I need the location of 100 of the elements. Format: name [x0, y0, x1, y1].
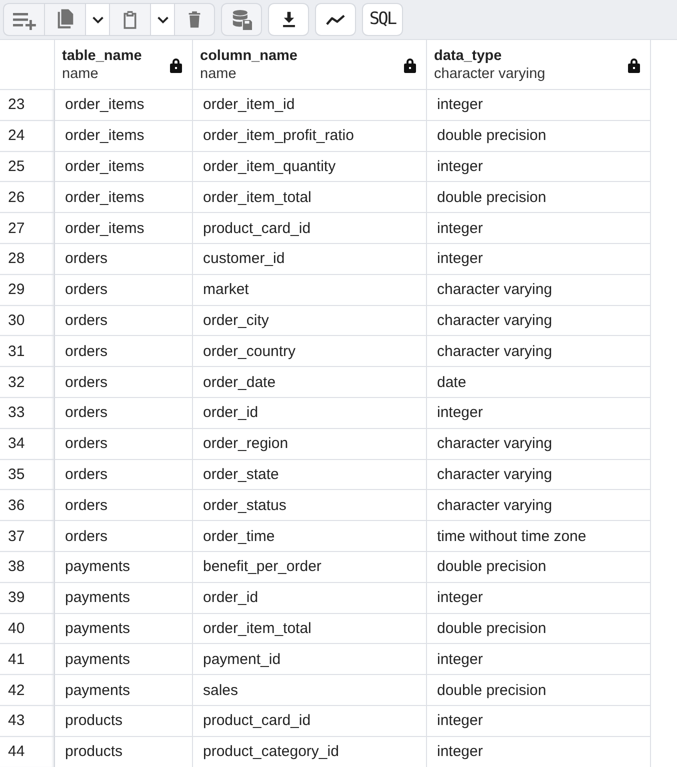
table-cell: order_state — [203, 466, 279, 483]
table-cell: product_card_id — [203, 220, 311, 237]
table-cell: integer — [437, 650, 483, 668]
table-cell: payments — [65, 589, 130, 606]
row-number: 32 — [8, 374, 25, 391]
table-cell: orders — [65, 528, 108, 545]
row-number: 37 — [8, 528, 25, 545]
column-name: column_name — [200, 48, 298, 64]
row-number: 25 — [8, 158, 25, 175]
column-type: character varying — [434, 66, 546, 82]
table-cell: order_items — [65, 127, 144, 144]
table-cell: date — [437, 374, 466, 391]
row-number: 38 — [8, 558, 25, 576]
table-cell: order_status — [203, 496, 286, 514]
table-cell: double precision — [437, 188, 546, 206]
table-cell: orders — [65, 281, 108, 298]
table-cell: double precision — [437, 682, 546, 699]
column-name: data_type — [434, 48, 502, 64]
table-cell: orders — [65, 435, 108, 452]
line-chart-icon — [325, 14, 346, 26]
download-icon — [282, 11, 296, 28]
table-cell: products — [65, 743, 123, 760]
row-number: 30 — [8, 312, 25, 329]
row-number: 28 — [8, 250, 25, 268]
table-cell: orders — [65, 404, 108, 422]
table-cell: orders — [65, 312, 108, 329]
table-cell: character varying — [437, 435, 552, 452]
row-number: 39 — [8, 589, 25, 606]
table-cell: sales — [203, 682, 238, 699]
table-cell: order_items — [65, 188, 144, 206]
table-cell: double precision — [437, 620, 546, 637]
table-cell: integer — [437, 158, 483, 175]
table-cell: orders — [65, 250, 108, 268]
table-cell: market — [203, 281, 249, 298]
table-cell: integer — [437, 712, 483, 730]
table-cell: double precision — [437, 558, 546, 576]
clipboard-icon — [122, 10, 138, 30]
table-cell: order_item_profit_ratio — [203, 127, 354, 144]
table-cell: products — [65, 712, 123, 730]
table-cell: time without time zone — [437, 528, 586, 545]
table-cell: double precision — [437, 127, 546, 144]
row-number: 24 — [8, 127, 25, 144]
download-button[interactable] — [268, 3, 309, 36]
row-number: 35 — [8, 466, 25, 483]
table-cell: benefit_per_order — [203, 558, 322, 576]
row-number: 27 — [8, 220, 25, 237]
column-type: name — [62, 66, 98, 82]
table-cell: order_time — [203, 528, 275, 545]
table-cell: integer — [437, 743, 483, 760]
trash-icon — [188, 10, 201, 29]
table-cell: order_items — [65, 96, 144, 114]
table-cell: integer — [437, 96, 483, 114]
table-cell: order_item_total — [203, 188, 312, 206]
sql-button[interactable]: SQL — [362, 3, 403, 36]
row-number: 43 — [8, 712, 25, 730]
table-cell: order_items — [65, 158, 144, 175]
row-number: 29 — [8, 281, 25, 298]
caret-icon — [156, 16, 168, 24]
dropdown-button[interactable] — [85, 3, 109, 36]
table-cell: integer — [437, 250, 483, 268]
table-cell: order_date — [203, 374, 276, 391]
table-cell: orders — [65, 342, 108, 360]
table-cell: order_country — [203, 342, 296, 360]
table-cell: orders — [65, 466, 108, 483]
table-cell: integer — [437, 589, 483, 606]
table-cell: character varying — [437, 342, 552, 360]
row-number: 23 — [8, 96, 25, 114]
table-cell: order_item_total — [203, 620, 312, 637]
table-cell: character varying — [437, 496, 552, 514]
row-number: 42 — [8, 682, 25, 699]
table-cell: order_city — [203, 312, 269, 329]
row-number: 44 — [8, 743, 25, 760]
graph-button[interactable] — [315, 3, 356, 36]
table-cell: character varying — [437, 466, 552, 483]
row-number: 26 — [8, 188, 25, 206]
column-type: name — [200, 66, 236, 82]
dropdown-button[interactable] — [150, 3, 174, 36]
table-cell: orders — [65, 374, 108, 391]
table-cell: order_items — [65, 220, 144, 237]
copy-icon — [56, 9, 74, 30]
row-number: 36 — [8, 496, 25, 514]
table-cell: order_id — [203, 404, 258, 422]
table-cell: product_category_id — [203, 743, 339, 760]
table-cell: orders — [65, 496, 108, 514]
table-cell: payments — [65, 620, 130, 637]
table-cell: integer — [437, 404, 483, 422]
row-number: 41 — [8, 650, 25, 668]
table-cell: payments — [65, 558, 130, 576]
column-name: table_name — [62, 48, 142, 64]
row-number: 40 — [8, 620, 25, 637]
row-number: 34 — [8, 435, 25, 452]
table-cell: order_item_quantity — [203, 158, 336, 175]
table-cell: character varying — [437, 281, 552, 298]
table-cell: order_region — [203, 435, 288, 452]
row-number: 33 — [8, 404, 25, 422]
table-cell: integer — [437, 220, 483, 237]
table-cell: order_id — [203, 589, 258, 606]
table-cell: customer_id — [203, 250, 285, 268]
caret-icon — [92, 16, 104, 24]
table-cell: order_item_id — [203, 96, 295, 114]
